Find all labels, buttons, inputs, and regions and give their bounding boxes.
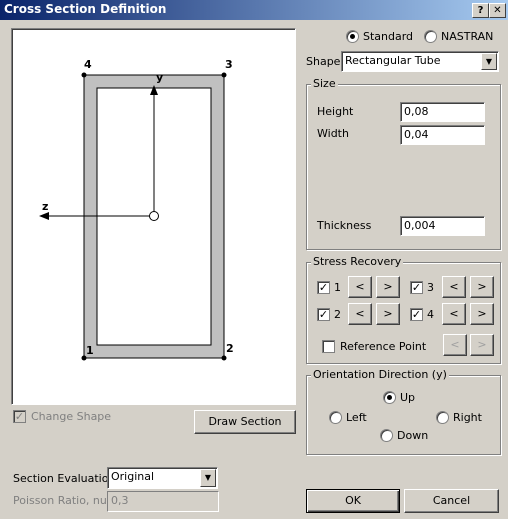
stress-point-4-checkbox[interactable]: ✓ bbox=[410, 308, 423, 321]
stress-point-1-prev-button[interactable]: < bbox=[348, 276, 372, 298]
stress-point-3-checkbox[interactable]: ✓ bbox=[410, 281, 423, 294]
shape-value: Rectangular Tube bbox=[345, 54, 441, 67]
shape-select[interactable]: Rectangular Tube ▼ bbox=[341, 51, 499, 72]
width-label: Width bbox=[317, 127, 349, 140]
ok-button[interactable]: OK bbox=[306, 489, 400, 513]
section-preview: 1 2 3 4 y z bbox=[11, 28, 296, 405]
height-input[interactable]: 0,08 bbox=[400, 102, 485, 122]
thickness-label: Thickness bbox=[317, 219, 372, 232]
section-evaluation-label: Section Evaluation bbox=[13, 472, 116, 485]
stress-point-1-label: 1 bbox=[334, 281, 341, 294]
z-axis-label: z bbox=[42, 200, 48, 213]
y-axis-label: y bbox=[156, 71, 163, 84]
orientation-down-label: Down bbox=[397, 429, 429, 442]
standard-label: Standard bbox=[363, 30, 414, 43]
chevron-down-icon[interactable]: ▼ bbox=[481, 53, 497, 70]
nastran-radio[interactable] bbox=[424, 30, 437, 43]
stress-point-4-label: 4 bbox=[427, 308, 434, 321]
thickness-value: 0,004 bbox=[404, 219, 436, 232]
corner-label-1: 1 bbox=[86, 344, 94, 357]
chevron-down-icon[interactable]: ▼ bbox=[200, 469, 216, 487]
orientation-legend: Orientation Direction (y) bbox=[311, 368, 449, 381]
stress-point-4-next-button[interactable]: > bbox=[470, 303, 494, 325]
stress-point-3-prev-button[interactable]: < bbox=[442, 276, 466, 298]
shape-label: Shape bbox=[306, 55, 341, 68]
cancel-button[interactable]: Cancel bbox=[404, 489, 499, 513]
stress-recovery-legend: Stress Recovery bbox=[311, 255, 404, 268]
stress-point-1-checkbox[interactable]: ✓ bbox=[317, 281, 330, 294]
close-icon[interactable]: ✕ bbox=[489, 3, 506, 18]
corner-label-4: 4 bbox=[84, 58, 92, 71]
reference-prev-button[interactable]: < bbox=[443, 334, 467, 356]
thickness-input[interactable]: 0,004 bbox=[400, 216, 485, 236]
nastran-label: NASTRAN bbox=[441, 30, 494, 43]
corner-point-4 bbox=[81, 72, 87, 78]
orientation-up-radio[interactable] bbox=[383, 391, 396, 404]
poisson-ratio-value: 0,3 bbox=[111, 494, 129, 507]
stress-point-2-checkbox[interactable]: ✓ bbox=[317, 308, 330, 321]
size-legend: Size bbox=[311, 77, 338, 90]
orientation-left-radio[interactable] bbox=[329, 411, 342, 424]
poisson-ratio-label: Poisson Ratio, nu bbox=[13, 494, 107, 507]
stress-point-2-label: 2 bbox=[334, 308, 341, 321]
orientation-right-label: Right bbox=[453, 411, 482, 424]
orientation-right-radio[interactable] bbox=[436, 411, 449, 424]
poisson-ratio-field[interactable]: 0,3 bbox=[107, 491, 219, 512]
width-input[interactable]: 0,04 bbox=[400, 125, 485, 145]
orientation-left-label: Left bbox=[346, 411, 367, 424]
draw-section-button[interactable]: Draw Section bbox=[194, 410, 296, 434]
orientation-up-label: Up bbox=[400, 391, 416, 404]
height-value: 0,08 bbox=[404, 105, 429, 118]
reference-next-button[interactable]: > bbox=[470, 334, 494, 356]
section-evaluation-select[interactable]: Original ▼ bbox=[107, 467, 218, 489]
corner-point-2 bbox=[221, 355, 227, 361]
orientation-down-radio[interactable] bbox=[380, 429, 393, 442]
corner-point-3 bbox=[221, 72, 227, 78]
window-title: Cross Section Definition bbox=[4, 2, 167, 16]
help-button[interactable]: ? bbox=[472, 3, 489, 18]
standard-radio[interactable] bbox=[346, 30, 359, 43]
width-value: 0,04 bbox=[404, 128, 429, 141]
section-drawing: 1 2 3 4 y z bbox=[39, 58, 234, 361]
change-shape-label: Change Shape bbox=[31, 410, 112, 423]
height-label: Height bbox=[317, 105, 354, 118]
centroid-point bbox=[149, 211, 159, 221]
stress-point-3-label: 3 bbox=[427, 281, 434, 294]
change-shape-checkbox[interactable]: ✓ bbox=[13, 410, 26, 423]
corner-label-3: 3 bbox=[225, 58, 233, 71]
stress-point-3-next-button[interactable]: > bbox=[470, 276, 494, 298]
corner-label-2: 2 bbox=[226, 342, 234, 355]
stress-point-4-prev-button[interactable]: < bbox=[442, 303, 466, 325]
reference-point-label: Reference Point bbox=[340, 340, 427, 353]
stress-point-1-next-button[interactable]: > bbox=[376, 276, 400, 298]
stress-point-2-next-button[interactable]: > bbox=[376, 303, 400, 325]
z-axis-arrow bbox=[39, 212, 49, 220]
reference-point-checkbox[interactable] bbox=[322, 340, 335, 353]
stress-point-2-prev-button[interactable]: < bbox=[348, 303, 372, 325]
